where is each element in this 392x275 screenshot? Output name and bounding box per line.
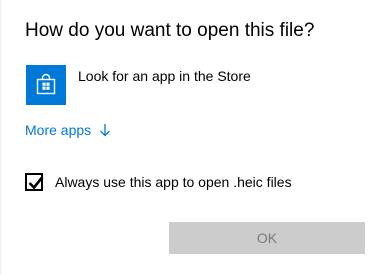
checkmark-icon <box>28 176 44 190</box>
store-option-label: Look for an app in the Store <box>78 68 251 84</box>
dialog-title: How do you want to open this file? <box>25 20 315 41</box>
store-option[interactable]: Look for an app in the Store <box>26 65 251 105</box>
more-apps-link[interactable]: More apps <box>25 121 111 139</box>
more-apps-label: More apps <box>25 122 92 138</box>
arrow-down-icon <box>99 123 111 137</box>
ok-button[interactable]: OK <box>169 222 365 254</box>
open-with-dialog: How do you want to open this file? Look … <box>0 0 392 275</box>
always-use-option[interactable]: Always use this app to open .heic files <box>25 173 292 191</box>
always-use-label: Always use this app to open .heic files <box>55 174 292 190</box>
store-bag-icon <box>26 65 66 105</box>
always-use-checkbox[interactable] <box>25 173 44 191</box>
